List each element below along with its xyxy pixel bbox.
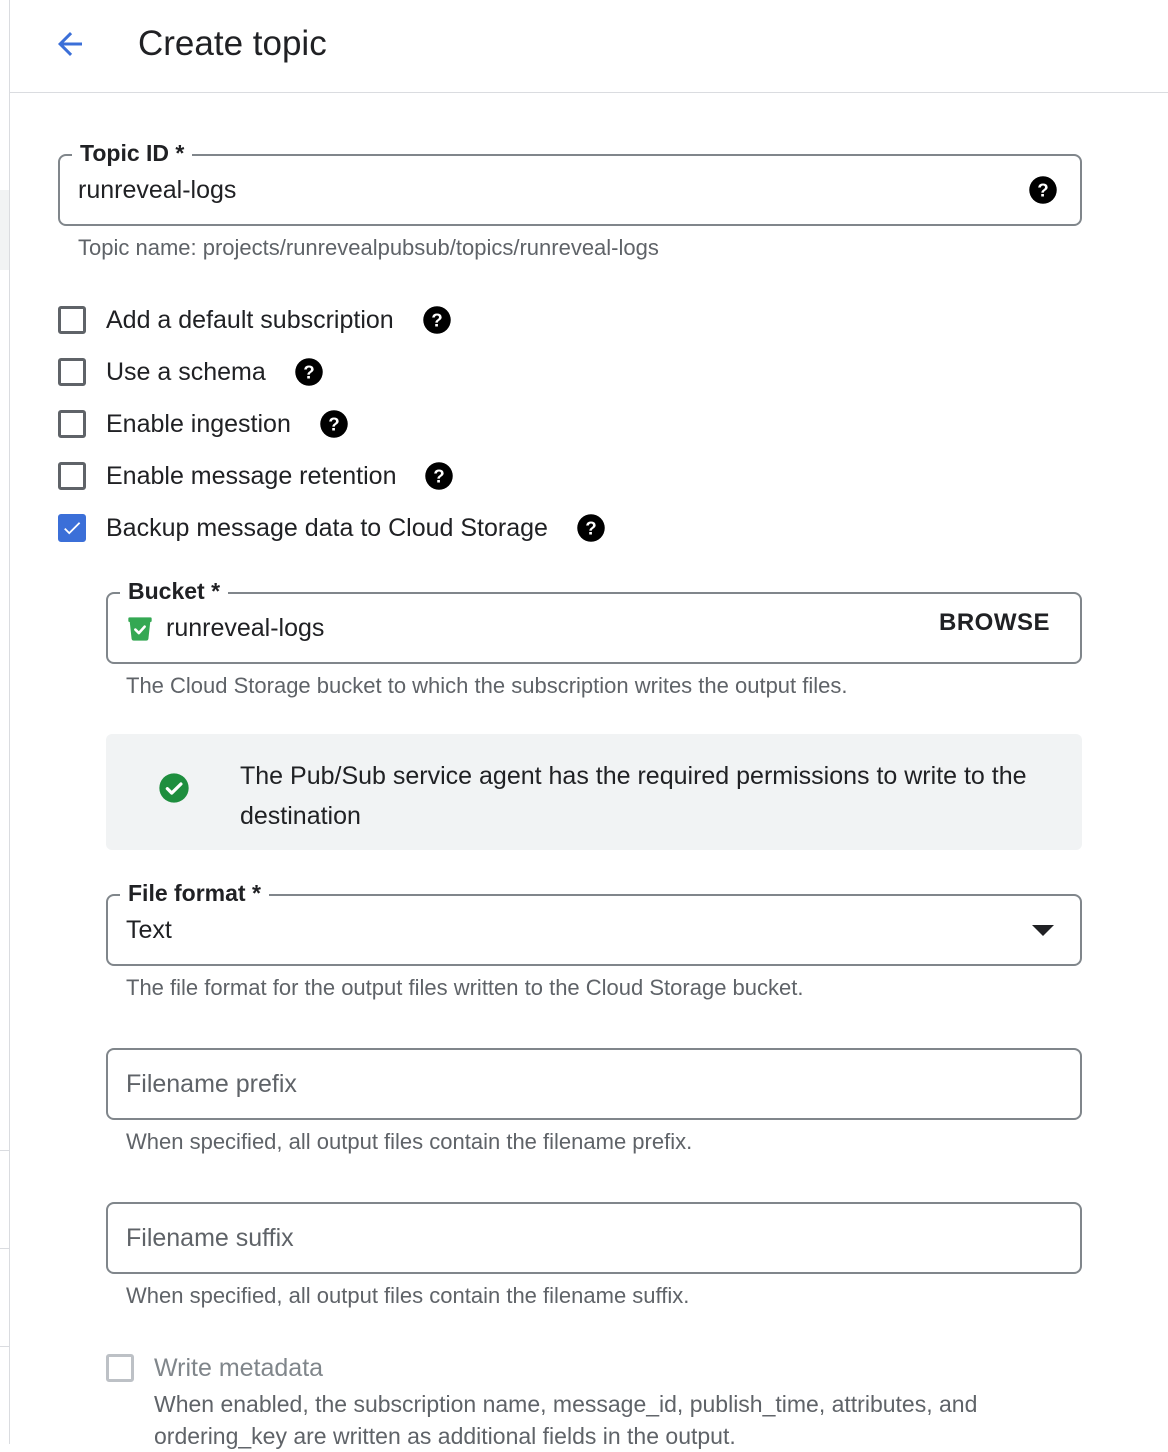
- svg-text:?: ?: [303, 361, 314, 382]
- bucket-icon: [128, 617, 152, 641]
- file-format-value[interactable]: Text: [126, 914, 172, 946]
- checkbox-disabled[interactable]: [106, 1354, 134, 1382]
- checkbox[interactable]: [58, 410, 86, 438]
- filename-suffix-helper: When specified, all output files contain…: [126, 1283, 690, 1308]
- topic-id-input[interactable]: runreveal-logs: [78, 174, 236, 206]
- write-metadata-label: Write metadata: [154, 1354, 324, 1382]
- svg-text:?: ?: [431, 309, 442, 330]
- file-format-select[interactable]: File format * Text: [106, 878, 1082, 966]
- page-header: Create topic: [10, 0, 1168, 93]
- bucket-field[interactable]: Bucket * runreveal-logs BROWSE: [106, 576, 1082, 664]
- permission-notice: The Pub/Sub service agent has the requir…: [106, 734, 1082, 850]
- option-label: Enable ingestion: [106, 410, 291, 438]
- option-enable-ingestion[interactable]: Enable ingestion ?: [58, 406, 349, 442]
- filename-prefix-helper: When specified, all output files contain…: [126, 1129, 693, 1154]
- rail-divider: [0, 1150, 9, 1151]
- write-metadata-description: When enabled, the subscription name, mes…: [154, 1391, 978, 1449]
- rail-highlight: [0, 190, 9, 270]
- filename-prefix-field[interactable]: Filename prefix: [106, 1048, 1082, 1120]
- svg-text:?: ?: [585, 517, 596, 538]
- checkbox[interactable]: [58, 358, 86, 386]
- topic-id-field[interactable]: Topic ID * runreveal-logs ?: [58, 138, 1082, 226]
- option-use-schema[interactable]: Use a schema ?: [58, 354, 324, 390]
- help-icon[interactable]: ?: [422, 305, 452, 335]
- arrow-back-icon: [58, 32, 82, 56]
- help-icon[interactable]: ?: [424, 461, 454, 491]
- svg-text:?: ?: [434, 465, 445, 486]
- option-label: Enable message retention: [106, 462, 397, 490]
- topic-id-label: Topic ID *: [72, 138, 193, 168]
- bucket-input[interactable]: runreveal-logs: [166, 612, 324, 644]
- option-write-metadata[interactable]: Write metadata: [106, 1350, 323, 1386]
- check-circle-icon: [159, 773, 189, 803]
- filename-suffix-input[interactable]: Filename suffix: [126, 1222, 294, 1254]
- help-icon[interactable]: ?: [576, 513, 606, 543]
- check-icon: [64, 522, 81, 535]
- bucket-label: Bucket *: [120, 576, 229, 606]
- option-label: Add a default subscription: [106, 306, 394, 334]
- checkbox-checked[interactable]: [58, 514, 86, 542]
- option-label: Backup message data to Cloud Storage: [106, 514, 548, 542]
- option-default-subscription[interactable]: Add a default subscription ?: [58, 302, 452, 338]
- topic-name-helper: Topic name: projects/runrevealpubsub/top…: [78, 235, 659, 260]
- svg-text:?: ?: [1037, 179, 1048, 200]
- option-message-retention[interactable]: Enable message retention ?: [58, 458, 454, 494]
- option-label: Use a schema: [106, 358, 266, 386]
- dropdown-arrow-icon[interactable]: [1032, 923, 1054, 937]
- option-backup-cloud-storage[interactable]: Backup message data to Cloud Storage ?: [58, 510, 606, 546]
- rail-divider: [0, 1248, 9, 1249]
- rail-divider: [0, 1346, 9, 1347]
- permission-notice-text: The Pub/Sub service agent has the requir…: [240, 762, 1027, 830]
- bucket-helper: The Cloud Storage bucket to which the su…: [126, 673, 848, 698]
- page-title: Create topic: [138, 24, 327, 63]
- filename-suffix-field[interactable]: Filename suffix: [106, 1202, 1082, 1274]
- svg-text:?: ?: [328, 413, 339, 434]
- file-format-label: File format *: [120, 878, 269, 908]
- filename-prefix-input[interactable]: Filename prefix: [126, 1068, 297, 1100]
- help-icon[interactable]: ?: [294, 357, 324, 387]
- browse-button[interactable]: BROWSE: [939, 609, 1050, 637]
- help-icon[interactable]: ?: [1028, 175, 1058, 205]
- back-button[interactable]: [46, 20, 94, 68]
- checkbox[interactable]: [58, 306, 86, 334]
- left-rail: [0, 0, 10, 1444]
- checkbox[interactable]: [58, 462, 86, 490]
- help-icon[interactable]: ?: [319, 409, 349, 439]
- file-format-helper: The file format for the output files wri…: [126, 975, 804, 1000]
